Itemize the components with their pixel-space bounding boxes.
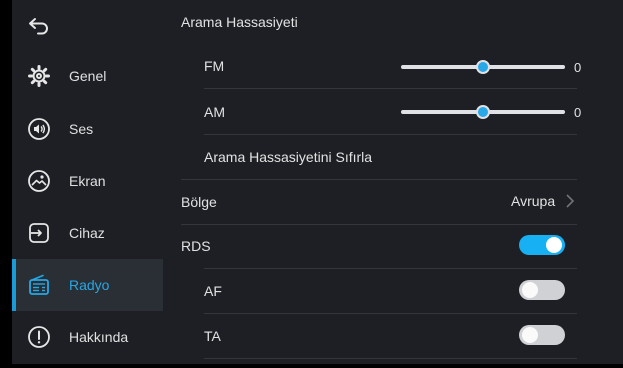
- reset-label: Arama Hassasiyetini Sıfırla: [204, 149, 373, 165]
- sidebar-item-ekran[interactable]: Ekran: [12, 155, 163, 207]
- toggle-knob: [546, 237, 562, 253]
- info-icon: [26, 324, 52, 350]
- sidebar-item-cihaz[interactable]: Cihaz: [12, 207, 163, 259]
- slider-thumb[interactable]: [476, 105, 490, 119]
- section-title: Arama Hassasiyeti: [181, 0, 598, 44]
- screen: Genel Ses Ekran Cihaz Radyo Hakkında Ara…: [0, 0, 623, 368]
- sidebar-item-genel[interactable]: Genel: [12, 50, 163, 102]
- toggle-knob: [522, 282, 538, 298]
- device-icon: [26, 220, 52, 246]
- am-sensitivity-slider[interactable]: [401, 105, 565, 119]
- slider-thumb[interactable]: [476, 60, 490, 74]
- sidebar-item-label: Hakkında: [69, 329, 129, 345]
- toggle-knob: [522, 327, 538, 343]
- divider: [204, 358, 577, 359]
- sidebar-item-label: Genel: [69, 68, 107, 84]
- gear-icon: [26, 63, 52, 89]
- sidebar-item-label: Ekran: [69, 173, 106, 189]
- sidebar-item-ses[interactable]: Ses: [12, 103, 163, 155]
- fm-sensitivity-slider[interactable]: [401, 60, 565, 74]
- divider: [204, 88, 577, 89]
- speaker-icon: [26, 116, 52, 142]
- region-value: Avrupa: [511, 193, 556, 209]
- back-button[interactable]: [12, 0, 163, 52]
- sidebar-item-hakkinda[interactable]: Hakkında: [12, 311, 163, 363]
- af-toggle[interactable]: [519, 280, 565, 300]
- sidebar-item-label: Ses: [69, 121, 94, 137]
- sidebar: Genel Ses Ekran Cihaz Radyo Hakkında: [12, 0, 163, 364]
- back-arrow-icon: [29, 18, 48, 35]
- fm-value: 0: [574, 60, 582, 75]
- am-value: 0: [574, 105, 582, 120]
- sidebar-item-label: Cihaz: [69, 225, 105, 241]
- ta-toggle[interactable]: [519, 325, 565, 345]
- radio-icon: [26, 272, 52, 298]
- sidebar-item-label: Radyo: [69, 277, 110, 293]
- settings-panel: Arama Hassasiyeti FM 0 AM 0 Arama Hassas…: [163, 0, 623, 364]
- display-icon: [26, 168, 52, 194]
- sidebar-item-radyo[interactable]: Radyo: [12, 259, 163, 311]
- search-sensitivity-title: Arama Hassasiyeti: [181, 14, 298, 30]
- rds-toggle[interactable]: [519, 235, 565, 255]
- chevron-right-icon: [566, 194, 575, 208]
- reset-sensitivity-button[interactable]: Arama Hassasiyetini Sıfırla: [204, 135, 577, 179]
